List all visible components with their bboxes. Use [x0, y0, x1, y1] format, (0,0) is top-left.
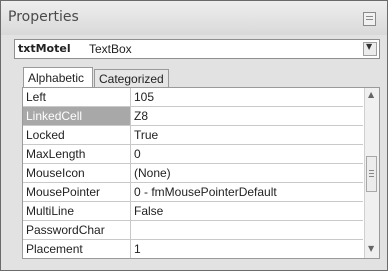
property-value[interactable]: 0 - fmMousePointerDefault: [134, 185, 277, 199]
property-value[interactable]: 1: [134, 242, 141, 256]
object-selector[interactable]: txtMotel TextBox ▼: [14, 39, 380, 59]
property-name: PasswordChar: [26, 223, 105, 237]
property-name: MaxLength: [26, 147, 86, 161]
vertical-scrollbar[interactable]: ▲ ▼: [364, 88, 379, 258]
chevron-down-icon[interactable]: ▼: [363, 42, 377, 56]
property-name: LinkedCell: [26, 109, 83, 123]
object-type: TextBox: [89, 42, 132, 56]
property-row-left[interactable]: Left 105: [23, 88, 363, 107]
pin-icon[interactable]: [363, 12, 376, 26]
property-value[interactable]: Z8: [134, 109, 148, 123]
property-grid: Left 105 LinkedCell Z8 Locked True MaxLe…: [22, 87, 380, 259]
property-row-multiline[interactable]: MultiLine False: [23, 202, 363, 221]
tab-categorized[interactable]: Categorized: [94, 69, 169, 87]
window-title: Properties: [8, 9, 79, 25]
property-value[interactable]: True: [134, 128, 158, 142]
object-name: txtMotel: [18, 42, 71, 55]
property-value[interactable]: 105: [134, 90, 154, 104]
property-name: Placement: [26, 242, 83, 256]
property-row-maxlength[interactable]: MaxLength 0: [23, 145, 363, 164]
properties-window: Properties txtMotel TextBox ▼ Alphabetic…: [0, 0, 388, 271]
property-row-locked[interactable]: Locked True: [23, 126, 363, 145]
tab-categorized-label: Categorized: [99, 72, 164, 86]
property-row-passwordchar[interactable]: PasswordChar: [23, 221, 363, 240]
property-name: MousePointer: [26, 185, 101, 199]
title-bar: Properties: [1, 1, 387, 35]
arrow-up-icon[interactable]: ▲: [368, 90, 374, 99]
property-row-placement[interactable]: Placement 1: [23, 240, 363, 258]
scrollbar-thumb[interactable]: [366, 156, 377, 192]
property-row-linkedcell[interactable]: LinkedCell Z8: [23, 107, 363, 126]
arrow-down-icon[interactable]: ▼: [368, 244, 374, 253]
property-name: Locked: [26, 128, 65, 142]
tab-alphabetic[interactable]: Alphabetic: [23, 67, 93, 87]
property-row-mouseicon[interactable]: MouseIcon (None): [23, 164, 363, 183]
property-name: MouseIcon: [26, 166, 85, 180]
property-value[interactable]: 0: [134, 147, 141, 161]
property-value[interactable]: False: [134, 204, 163, 218]
tab-alphabetic-label: Alphabetic: [28, 71, 85, 85]
property-name: Left: [26, 90, 47, 104]
property-row-mousepointer[interactable]: MousePointer 0 - fmMousePointerDefault: [23, 183, 363, 202]
property-value[interactable]: (None): [134, 166, 171, 180]
property-name: MultiLine: [26, 204, 75, 218]
